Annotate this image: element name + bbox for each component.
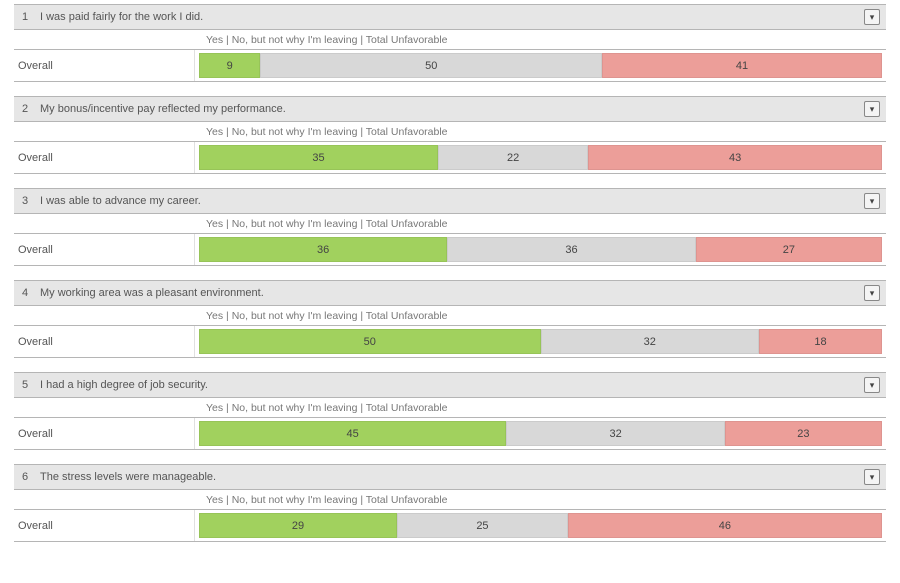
row-label: Overall bbox=[14, 234, 194, 265]
segment-yes: 29 bbox=[199, 513, 397, 538]
question-number: 3 bbox=[22, 195, 40, 207]
expand-button[interactable]: ▾ bbox=[864, 469, 880, 485]
question-text: I was paid fairly for the work I did. bbox=[40, 11, 864, 23]
legend-row: Yes | No, but not why I'm leaving | Tota… bbox=[14, 398, 886, 418]
row-label: Overall bbox=[14, 142, 194, 173]
question-header: 2My bonus/incentive pay reflected my per… bbox=[14, 96, 886, 122]
data-row: Overall363627 bbox=[14, 234, 886, 266]
data-row: Overall292546 bbox=[14, 510, 886, 542]
legend-text: Yes | No, but not why I'm leaving | Tota… bbox=[194, 310, 448, 322]
stacked-bar: 503218 bbox=[199, 329, 882, 354]
question-block: 4My working area was a pleasant environm… bbox=[14, 280, 886, 358]
stacked-bar: 95041 bbox=[199, 53, 882, 78]
segment-neutral: 36 bbox=[447, 237, 695, 262]
bar-area: 292546 bbox=[194, 510, 886, 541]
chevron-down-icon: ▾ bbox=[870, 104, 875, 115]
expand-button[interactable]: ▾ bbox=[864, 285, 880, 301]
question-number: 2 bbox=[22, 103, 40, 115]
legend-spacer bbox=[14, 306, 194, 325]
segment-yes: 36 bbox=[199, 237, 447, 262]
segment-neutral: 32 bbox=[506, 421, 725, 446]
question-text: The stress levels were manageable. bbox=[40, 471, 864, 483]
expand-button[interactable]: ▾ bbox=[864, 377, 880, 393]
data-row: Overall352243 bbox=[14, 142, 886, 174]
chevron-down-icon: ▾ bbox=[870, 472, 875, 483]
data-row: Overall453223 bbox=[14, 418, 886, 450]
legend-row: Yes | No, but not why I'm leaving | Tota… bbox=[14, 490, 886, 510]
stacked-bar: 453223 bbox=[199, 421, 882, 446]
legend-text: Yes | No, but not why I'm leaving | Tota… bbox=[194, 494, 448, 506]
segment-neutral: 32 bbox=[541, 329, 760, 354]
row-label: Overall bbox=[14, 50, 194, 81]
legend-spacer bbox=[14, 122, 194, 141]
segment-unfavorable: 27 bbox=[696, 237, 882, 262]
segment-unfavorable: 43 bbox=[588, 145, 882, 170]
segment-unfavorable: 18 bbox=[759, 329, 882, 354]
data-row: Overall503218 bbox=[14, 326, 886, 358]
legend-row: Yes | No, but not why I'm leaving | Tota… bbox=[14, 306, 886, 326]
segment-neutral: 25 bbox=[397, 513, 568, 538]
chevron-down-icon: ▾ bbox=[870, 288, 875, 299]
legend-row: Yes | No, but not why I'm leaving | Tota… bbox=[14, 30, 886, 50]
question-number: 4 bbox=[22, 287, 40, 299]
segment-yes: 9 bbox=[199, 53, 260, 78]
question-number: 1 bbox=[22, 11, 40, 23]
legend-row: Yes | No, but not why I'm leaving | Tota… bbox=[14, 214, 886, 234]
segment-unfavorable: 41 bbox=[602, 53, 882, 78]
legend-text: Yes | No, but not why I'm leaving | Tota… bbox=[194, 126, 448, 138]
segment-unfavorable: 46 bbox=[568, 513, 882, 538]
legend-spacer bbox=[14, 214, 194, 233]
chevron-down-icon: ▾ bbox=[870, 196, 875, 207]
question-text: My working area was a pleasant environme… bbox=[40, 287, 864, 299]
legend-text: Yes | No, but not why I'm leaving | Tota… bbox=[194, 34, 448, 46]
data-row: Overall95041 bbox=[14, 50, 886, 82]
segment-yes: 45 bbox=[199, 421, 506, 446]
segment-neutral: 22 bbox=[438, 145, 588, 170]
question-text: My bonus/incentive pay reflected my perf… bbox=[40, 103, 864, 115]
legend-text: Yes | No, but not why I'm leaving | Tota… bbox=[194, 218, 448, 230]
question-block: 2My bonus/incentive pay reflected my per… bbox=[14, 96, 886, 174]
question-header: 1I was paid fairly for the work I did. ▾ bbox=[14, 4, 886, 30]
row-label: Overall bbox=[14, 326, 194, 357]
question-number: 6 bbox=[22, 471, 40, 483]
question-block: 3I was able to advance my career. ▾ Yes | … bbox=[14, 188, 886, 266]
chevron-down-icon: ▾ bbox=[870, 12, 875, 23]
question-block: 6The stress levels were manageable. ▾ Yes … bbox=[14, 464, 886, 542]
stacked-bar: 352243 bbox=[199, 145, 882, 170]
segment-neutral: 50 bbox=[260, 53, 602, 78]
segment-unfavorable: 23 bbox=[725, 421, 882, 446]
legend-spacer bbox=[14, 30, 194, 49]
question-header: 6The stress levels were manageable. ▾ bbox=[14, 464, 886, 490]
question-block: 1I was paid fairly for the work I did. ▾ Y… bbox=[14, 4, 886, 82]
stacked-bar: 292546 bbox=[199, 513, 882, 538]
question-block: 5I had a high degree of job security. ▾ Ye… bbox=[14, 372, 886, 450]
row-label: Overall bbox=[14, 418, 194, 449]
legend-spacer bbox=[14, 398, 194, 417]
bar-area: 453223 bbox=[194, 418, 886, 449]
question-header: 3I was able to advance my career. ▾ bbox=[14, 188, 886, 214]
legend-text: Yes | No, but not why I'm leaving | Tota… bbox=[194, 402, 448, 414]
row-label: Overall bbox=[14, 510, 194, 541]
question-header: 5I had a high degree of job security. ▾ bbox=[14, 372, 886, 398]
bar-area: 363627 bbox=[194, 234, 886, 265]
bar-area: 352243 bbox=[194, 142, 886, 173]
segment-yes: 50 bbox=[199, 329, 541, 354]
question-text: I was able to advance my career. bbox=[40, 195, 864, 207]
chevron-down-icon: ▾ bbox=[870, 380, 875, 391]
expand-button[interactable]: ▾ bbox=[864, 101, 880, 117]
stacked-bar: 363627 bbox=[199, 237, 882, 262]
segment-yes: 35 bbox=[199, 145, 438, 170]
legend-row: Yes | No, but not why I'm leaving | Tota… bbox=[14, 122, 886, 142]
bar-area: 95041 bbox=[194, 50, 886, 81]
legend-spacer bbox=[14, 490, 194, 509]
bar-area: 503218 bbox=[194, 326, 886, 357]
expand-button[interactable]: ▾ bbox=[864, 9, 880, 25]
question-text: I had a high degree of job security. bbox=[40, 379, 864, 391]
question-number: 5 bbox=[22, 379, 40, 391]
expand-button[interactable]: ▾ bbox=[864, 193, 880, 209]
question-header: 4My working area was a pleasant environm… bbox=[14, 280, 886, 306]
